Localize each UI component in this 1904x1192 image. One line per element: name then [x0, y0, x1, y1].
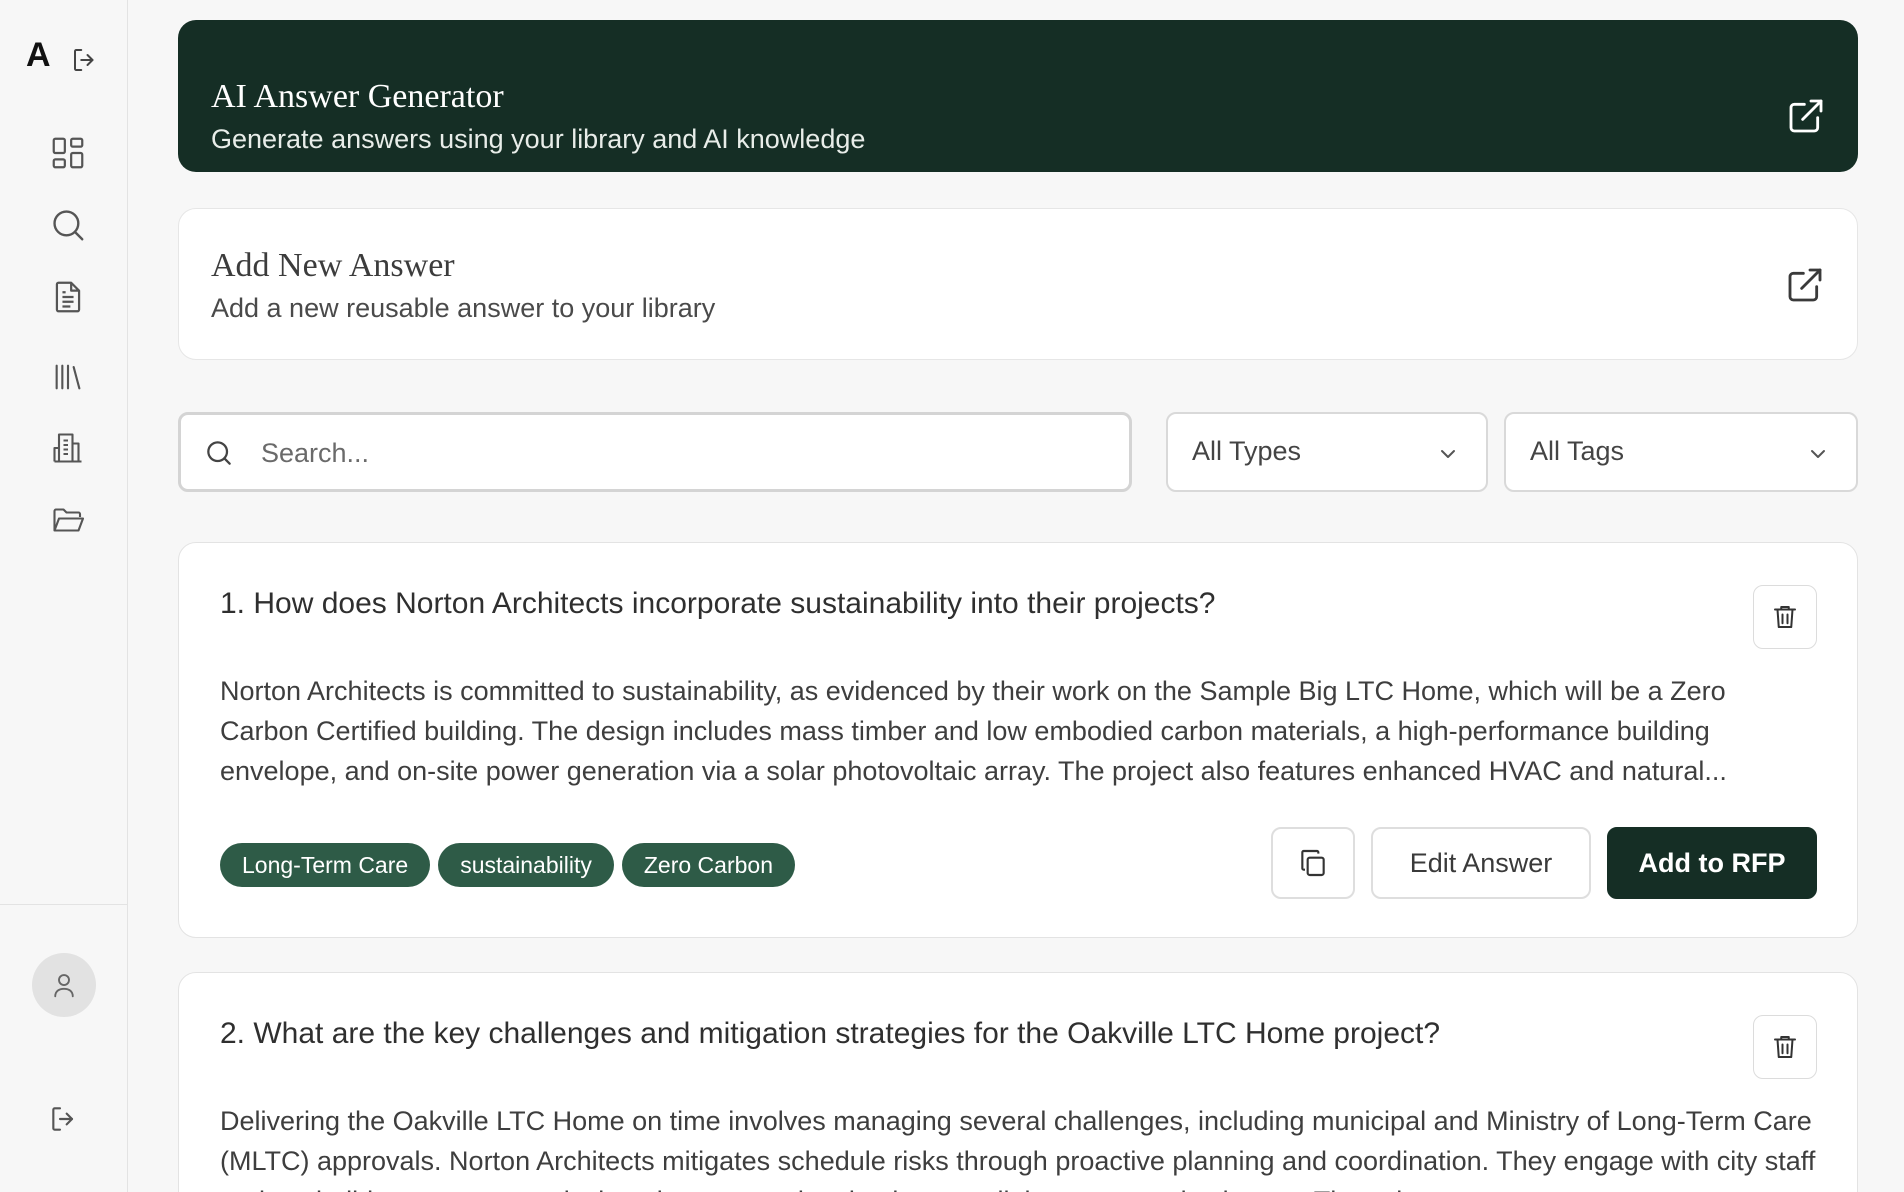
- delete-answer-button[interactable]: [1753, 1015, 1817, 1079]
- search-box[interactable]: [178, 412, 1132, 492]
- search-input[interactable]: [261, 433, 1101, 473]
- dashboard-icon[interactable]: [48, 133, 88, 173]
- user-icon: [49, 970, 79, 1000]
- add-answer-subtitle: Add a new reusable answer to your librar…: [211, 293, 716, 323]
- app-root: A AI Answer Generator Generate answers u…: [0, 0, 1904, 1192]
- add-to-rfp-button[interactable]: Add to RFP: [1607, 827, 1817, 899]
- ai-answer-generator-card[interactable]: AI Answer Generator Generate answers usi…: [178, 20, 1858, 172]
- add-answer-title: Add New Answer: [211, 247, 455, 284]
- trash-icon: [1770, 1032, 1800, 1062]
- delete-answer-button[interactable]: [1753, 585, 1817, 649]
- sidebar: A: [0, 0, 128, 1192]
- answer-question: 1. How does Norton Architects incorporat…: [220, 587, 1216, 620]
- building-icon[interactable]: [48, 428, 88, 468]
- external-link-icon[interactable]: [1785, 265, 1825, 305]
- copy-answer-button[interactable]: [1271, 827, 1355, 899]
- tag-filter-select[interactable]: All Tags: [1504, 412, 1858, 492]
- search-nav-icon[interactable]: [48, 205, 88, 245]
- sidebar-divider: [0, 904, 128, 905]
- answer-body: Delivering the Oakville LTC Home on time…: [220, 1106, 1816, 1192]
- chevron-down-icon: [1436, 442, 1460, 466]
- answer-body: Norton Architects is committed to sustai…: [220, 676, 1727, 786]
- copy-icon: [1297, 847, 1329, 879]
- trash-icon: [1770, 602, 1800, 632]
- generator-title: AI Answer Generator: [211, 78, 504, 115]
- answer-question: 2. What are the key challenges and mitig…: [220, 1017, 1441, 1050]
- brand-logo[interactable]: A: [26, 36, 51, 75]
- answer-tags: Long-Term Care sustainability Zero Carbo…: [220, 843, 795, 887]
- external-link-icon[interactable]: [1786, 96, 1826, 136]
- answer-actions: Edit Answer Add to RFP: [1271, 827, 1817, 899]
- search-icon: [203, 437, 235, 469]
- collapse-sidebar-icon[interactable]: [70, 45, 100, 75]
- type-filter-select[interactable]: All Types: [1166, 412, 1488, 492]
- library-icon[interactable]: [48, 357, 88, 397]
- folder-icon[interactable]: [48, 500, 88, 540]
- chevron-down-icon: [1806, 442, 1830, 466]
- tag-chip[interactable]: Zero Carbon: [621, 843, 795, 887]
- user-avatar[interactable]: [32, 953, 96, 1017]
- type-filter-value: All Types: [1192, 436, 1302, 466]
- add-new-answer-card[interactable]: Add New Answer Add a new reusable answer…: [178, 208, 1858, 360]
- tag-filter-value: All Tags: [1530, 436, 1625, 466]
- tag-chip[interactable]: sustainability: [438, 843, 614, 887]
- tag-chip[interactable]: Long-Term Care: [220, 843, 431, 887]
- logout-icon[interactable]: [48, 1103, 80, 1135]
- document-icon[interactable]: [48, 277, 88, 317]
- generator-subtitle: Generate answers using your library and …: [211, 124, 866, 154]
- edit-answer-button[interactable]: Edit Answer: [1371, 827, 1591, 899]
- answer-card: 2. What are the key challenges and mitig…: [178, 972, 1858, 1192]
- answer-card: 1. How does Norton Architects incorporat…: [178, 542, 1858, 938]
